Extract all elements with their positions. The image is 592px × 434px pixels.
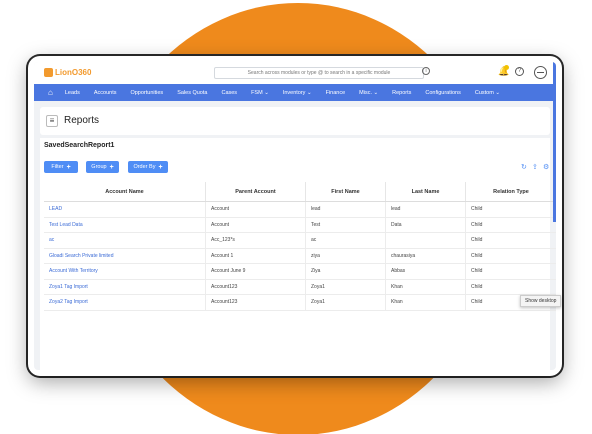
export-icon[interactable]: ⇪ — [532, 163, 538, 171]
cell-account-name[interactable]: Account With Territory — [44, 264, 206, 279]
user-avatar-icon[interactable] — [534, 66, 547, 79]
app-screen: LionO360 Search across modules or type @… — [34, 62, 556, 370]
cell-account-name[interactable]: LEAD — [44, 202, 206, 217]
nav-item-inventory[interactable]: Inventory ⌄ — [283, 90, 312, 96]
cell-account-name[interactable]: Zoya2 Tag Import — [44, 295, 206, 310]
cell-account-name[interactable]: ac — [44, 233, 206, 248]
report-name: SavedSearchReport1 — [44, 142, 115, 149]
table-row[interactable]: Account With Territory Account June 9 Zi… — [44, 264, 556, 280]
plus-icon: + — [109, 163, 114, 171]
order-by-button-label: Order By — [133, 164, 156, 170]
table-row[interactable]: LEAD Account lead lead Child — [44, 202, 556, 218]
cell-relation-type: Child — [471, 221, 483, 228]
nav-item-custom[interactable]: Custom ⌄ — [475, 90, 500, 96]
cell-parent-account: Acc_123*s — [206, 233, 306, 248]
nav-item-reports[interactable]: Reports — [392, 90, 411, 96]
nav-item-cases[interactable]: Cases — [221, 90, 237, 96]
column-header[interactable]: Last Name — [386, 182, 466, 201]
page-header: ≡ Reports — [40, 107, 550, 135]
logo-text: LionO360 — [55, 68, 92, 77]
global-search-input[interactable]: Search across modules or type @ to searc… — [214, 67, 424, 79]
main-nav: ⌂ Leads Accounts Opportunities Sales Quo… — [34, 84, 556, 101]
cell-last-name: Khan — [386, 295, 466, 310]
cell-last-name: Abbas — [386, 264, 466, 279]
info-icon[interactable]: i — [422, 67, 430, 75]
nav-item-fsm[interactable]: FSM ⌄ — [251, 90, 269, 96]
app-logo[interactable]: LionO360 — [44, 68, 91, 77]
cell-first-name: ac — [306, 233, 386, 248]
column-header[interactable]: Parent Account — [206, 182, 306, 201]
group-button-label: Group — [91, 164, 107, 170]
nav-item-leads[interactable]: Leads — [65, 90, 80, 96]
table-row[interactable]: ac Acc_123*s ac Child — [44, 233, 556, 249]
cell-last-name: Data — [386, 217, 466, 232]
top-bar: LionO360 Search across modules or type @… — [34, 62, 556, 84]
report-content: SavedSearchReport1 Filter + Group + Order … — [40, 138, 556, 370]
table-header: Account Name Parent Account First Name L… — [44, 182, 556, 202]
filter-button[interactable]: Filter + — [44, 161, 78, 173]
cell-last-name: lead — [386, 202, 466, 217]
column-header[interactable]: First Name — [306, 182, 386, 201]
cell-last-name — [386, 233, 466, 248]
cell-first-name: Zoya1 — [306, 295, 386, 310]
cell-first-name: lead — [306, 202, 386, 217]
cell-last-name: chaurasiya — [386, 248, 466, 263]
nav-item-finance[interactable]: Finance — [326, 90, 346, 96]
nav-item-sales-quota[interactable]: Sales Quota — [177, 90, 207, 96]
nav-item-misc[interactable]: Misc. ⌄ — [359, 90, 378, 96]
cell-parent-account: Account — [206, 217, 306, 232]
filter-button-label: Filter — [51, 164, 64, 170]
notification-badge — [504, 65, 509, 70]
group-button[interactable]: Group + — [86, 161, 119, 173]
home-icon[interactable]: ⌂ — [48, 88, 53, 97]
cell-relation-type: Child — [471, 283, 483, 290]
table-row[interactable]: Gloadi Search Private limited Account 1 … — [44, 248, 556, 264]
cell-parent-account: Account June 9 — [206, 264, 306, 279]
help-icon[interactable]: ? — [515, 67, 524, 76]
cell-first-name: ziya — [306, 248, 386, 263]
cell-first-name: Zoya1 — [306, 279, 386, 294]
hamburger-menu-icon[interactable]: ≡ — [46, 115, 58, 127]
logo-icon — [44, 68, 53, 77]
cell-relation-type: Child — [471, 252, 483, 259]
cell-parent-account: Account — [206, 202, 306, 217]
refresh-icon[interactable]: ↻ — [521, 163, 527, 171]
plus-icon: + — [158, 163, 163, 171]
table-body: LEAD Account lead lead Child Test Lead D… — [44, 202, 556, 311]
cell-relation-type: Child — [471, 206, 483, 213]
cell-relation-type: Child — [471, 268, 483, 275]
cell-relation-type: Child — [471, 237, 483, 244]
vertical-scrollbar[interactable] — [553, 62, 556, 222]
column-header[interactable]: Account Name — [44, 182, 206, 201]
cell-parent-account: Account 1 — [206, 248, 306, 263]
nav-item-opportunities[interactable]: Opportunities — [130, 90, 163, 96]
table-row[interactable]: Zoya2 Tag Import Account123 Zoya1 Khan C… — [44, 295, 556, 311]
column-header[interactable]: Relation Type — [466, 182, 556, 201]
cell-account-name[interactable]: Gloadi Search Private limited — [44, 248, 206, 263]
plus-icon: + — [66, 163, 71, 171]
cell-account-name[interactable]: Test Lead Data — [44, 217, 206, 232]
settings-icon[interactable]: ⚙ — [543, 163, 549, 171]
laptop-frame: LionO360 Search across modules or type @… — [28, 56, 562, 376]
cell-parent-account: Account123 — [206, 295, 306, 310]
table-row[interactable]: Test Lead Data Account Test Data Child — [44, 217, 556, 233]
nav-item-configurations[interactable]: Configurations — [425, 90, 460, 96]
show-desktop-tooltip: Show desktop — [520, 295, 562, 307]
cell-account-name[interactable]: Zoya1 Tag Import — [44, 279, 206, 294]
nav-item-accounts[interactable]: Accounts — [94, 90, 117, 96]
cell-parent-account: Account123 — [206, 279, 306, 294]
page-title: Reports — [64, 115, 100, 126]
cell-first-name: Ziya — [306, 264, 386, 279]
table-row[interactable]: Zoya1 Tag Import Account123 Zoya1 Khan C… — [44, 279, 556, 295]
cell-last-name: Khan — [386, 279, 466, 294]
cell-first-name: Test — [306, 217, 386, 232]
order-by-button[interactable]: Order By + — [128, 161, 168, 173]
